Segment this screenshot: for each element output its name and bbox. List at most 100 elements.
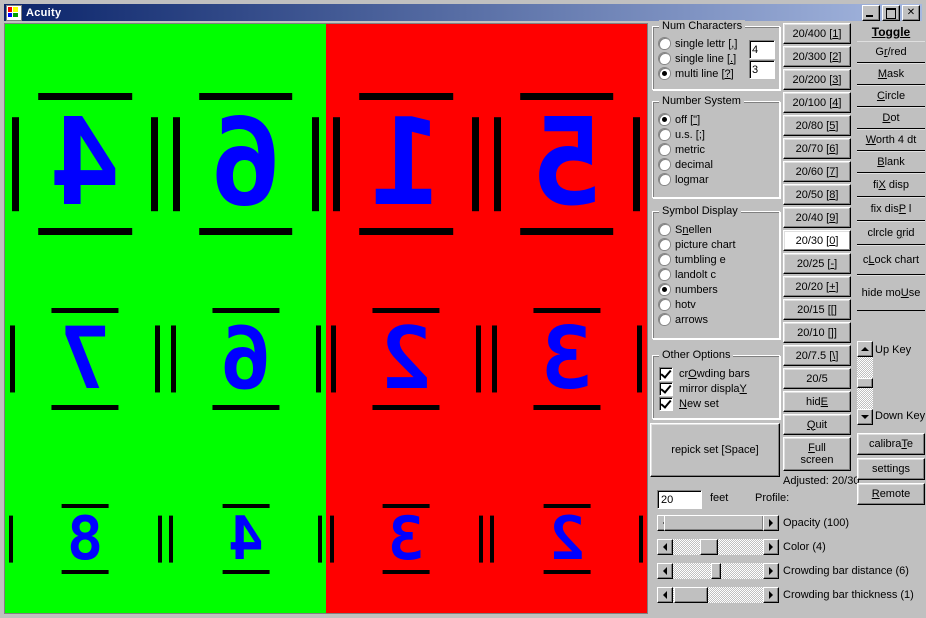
acuity-button-20-60-7[interactable]: 20/60 [7] [783, 161, 851, 182]
radio-us[interactable]: u.s. [;] [659, 127, 779, 142]
slider-left-button[interactable] [657, 539, 673, 555]
radio-logmar[interactable]: logmar [659, 172, 779, 187]
radio-hotv[interactable]: hotv [659, 297, 779, 312]
acuity-button-20-400-1[interactable]: 20/400 [1] [783, 23, 851, 44]
acuity-button-20-25[interactable]: 20/25 [-] [783, 253, 851, 274]
toggle-button-fix-disp[interactable]: fiX disp [857, 173, 925, 197]
toggle-button-label: cLock chart [862, 254, 920, 266]
optotype-glyph: 4 [227, 504, 264, 574]
crowding-bar-right [318, 515, 323, 563]
acuity-button-hide[interactable]: hidE [783, 391, 851, 412]
acuity-button-20-10[interactable]: 20/10 []] [783, 322, 851, 343]
acuity-button-20-70-6[interactable]: 20/70 [6] [783, 138, 851, 159]
slider-thumb[interactable] [711, 563, 722, 579]
toggle-button-mask[interactable]: Mask [857, 63, 925, 85]
toggle-button-label: Blank [877, 156, 905, 168]
minimize-button[interactable] [862, 4, 880, 21]
acuity-button-quit[interactable]: Quit [783, 414, 851, 435]
slider-crowding-bar-distance[interactable] [657, 563, 779, 579]
slider-thumb[interactable] [700, 539, 719, 555]
acuity-button-label: 20/5 [806, 372, 828, 385]
toggle-button-clrcle-grid[interactable]: clrcle grid [857, 221, 925, 245]
acuity-button-label: 20/10 []] [797, 326, 837, 339]
acuity-button-label: 20/400 [1] [792, 27, 842, 40]
key-scroll-thumb[interactable] [857, 377, 873, 388]
slider-track[interactable] [673, 587, 763, 603]
toggle-button-circle[interactable]: Circle [857, 85, 925, 107]
radio-arrows[interactable]: arrows [659, 312, 779, 327]
single-line-count-input[interactable]: 4 [749, 40, 775, 59]
number-system-group: Number System off ["] u.s. [;] metric de… [652, 95, 780, 198]
slider-left-button[interactable] [657, 563, 673, 579]
radio-landolt-c[interactable]: landolt c [659, 267, 779, 282]
radio-picture-chart[interactable]: picture chart [659, 237, 779, 252]
slider-track[interactable] [664, 515, 765, 531]
radio-off[interactable]: off ["] [659, 112, 779, 127]
maximize-button[interactable] [882, 4, 900, 21]
slider-right-button[interactable] [763, 563, 779, 579]
slider-left-button[interactable] [657, 587, 673, 603]
toggle-button-dot[interactable]: Dot [857, 107, 925, 129]
slider-right-button[interactable] [763, 515, 779, 531]
acuity-chart[interactable]: 461576238432 [4, 23, 648, 614]
toggle-bottom-button-remote[interactable]: Remote [857, 483, 925, 505]
checkbox-new-set[interactable]: New set [659, 396, 779, 411]
optotype-cell: 3 [326, 479, 487, 599]
acuity-button-20-15[interactable]: 20/15 [[] [783, 299, 851, 320]
toggle-bottom-button-calibrate[interactable]: calibraTe [857, 433, 925, 455]
slider-track[interactable] [673, 563, 763, 579]
radio-snellen[interactable]: Snellen [659, 222, 779, 237]
slider-thumb[interactable] [664, 515, 765, 531]
toggle-button-hide-mouse[interactable]: hide moUse [857, 275, 925, 311]
toggle-button-blank[interactable]: Blank [857, 151, 925, 173]
distance-input[interactable]: 20 [657, 490, 702, 509]
crowding-bar-right [639, 515, 644, 563]
slider-right-button[interactable] [763, 539, 779, 555]
acuity-button-20-80-5[interactable]: 20/80 [5] [783, 115, 851, 136]
acuity-button-full-screen[interactable]: Full screen [783, 437, 851, 471]
acuity-button-20-30-0[interactable]: 20/30 [0] [783, 230, 851, 251]
scroll-up-button[interactable] [857, 341, 873, 357]
radio-icon [659, 254, 670, 265]
slider-label: Crowding bar thickness (1) [783, 589, 914, 601]
key-scrollbar[interactable] [857, 341, 873, 425]
radio-icon [659, 299, 670, 310]
symbol-display-group: Symbol Display Snellen picture chart tum… [652, 205, 780, 339]
slider-right-button[interactable] [763, 587, 779, 603]
toggle-button-clock-chart[interactable]: cLock chart [857, 245, 925, 275]
scroll-down-button[interactable] [857, 409, 873, 425]
acuity-button-20-200-3[interactable]: 20/200 [3] [783, 69, 851, 90]
acuity-button-20-100-4[interactable]: 20/100 [4] [783, 92, 851, 113]
radio-numbers[interactable]: numbers [659, 282, 779, 297]
slider-opacity[interactable] [657, 515, 779, 531]
toggle-button-worth-4-dt[interactable]: Worth 4 dt [857, 129, 925, 151]
radio-icon [659, 159, 670, 170]
slider-crowding-bar-thickness[interactable] [657, 587, 779, 603]
radio-metric[interactable]: metric [659, 142, 779, 157]
acuity-button-20-20[interactable]: 20/20 [+] [783, 276, 851, 297]
close-icon: ✕ [906, 6, 916, 18]
multi-line-count-input[interactable]: 3 [749, 60, 775, 79]
slider-thumb[interactable] [674, 587, 709, 603]
checkbox-crowding-bars[interactable]: crOwding bars [659, 366, 779, 381]
acuity-button-20-5[interactable]: 20/5 [783, 368, 851, 389]
acuity-button-20-40-9[interactable]: 20/40 [9] [783, 207, 851, 228]
key-scroll-track[interactable] [857, 357, 873, 409]
close-button[interactable]: ✕ [902, 4, 920, 21]
slider-color[interactable] [657, 539, 779, 555]
checkbox-mirror-display[interactable]: mirror displaY [659, 381, 779, 396]
acuity-button-label: Quit [806, 418, 828, 431]
radio-decimal[interactable]: decimal [659, 157, 779, 172]
repick-set-button[interactable]: repick set [Space] [650, 423, 780, 477]
crowding-bar-right [155, 325, 161, 393]
acuity-button-20-7.5[interactable]: 20/7.5 [\] [783, 345, 851, 366]
acuity-button-20-50-8[interactable]: 20/50 [8] [783, 184, 851, 205]
toggle-button-fix-disp-l[interactable]: fix disP l [857, 197, 925, 221]
toggle-button-label: Gr/red [875, 46, 907, 58]
toggle-button-gr-red[interactable]: Gr/red [857, 41, 925, 63]
radio-tumbling-e[interactable]: tumbling e [659, 252, 779, 267]
slider-track[interactable] [673, 539, 763, 555]
chart-row: 8 4 3 2 [5, 479, 647, 599]
toggle-bottom-button-settings[interactable]: settings [857, 458, 925, 480]
acuity-button-20-300-2[interactable]: 20/300 [2] [783, 46, 851, 67]
